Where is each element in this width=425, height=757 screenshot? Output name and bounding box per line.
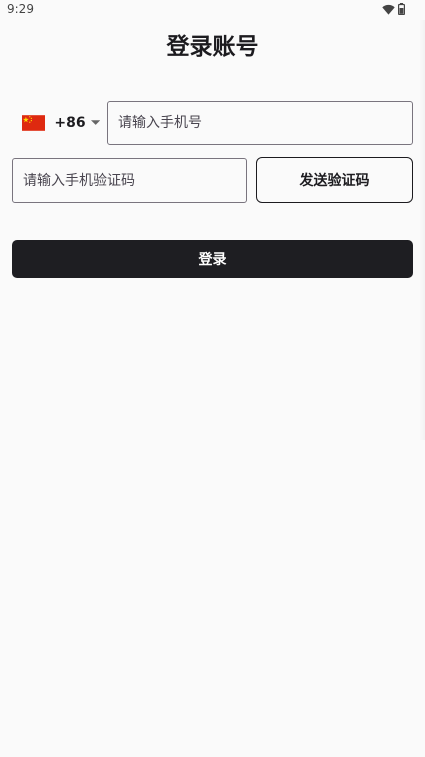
battery-icon (398, 3, 405, 15)
phone-number-input[interactable] (107, 101, 413, 145)
login-button[interactable]: 登录 (12, 240, 413, 278)
page-title: 登录账号 (166, 34, 259, 60)
status-bar: 9:29 (0, 0, 425, 20)
country-code-picker[interactable]: +86 (14, 108, 100, 138)
wifi-icon (382, 4, 395, 15)
verification-code-input[interactable] (12, 158, 247, 203)
send-code-button[interactable]: 发送验证码 (256, 157, 413, 203)
edge-shadow (419, 20, 425, 440)
dial-code: +86 (54, 115, 86, 131)
status-icons (382, 3, 405, 15)
china-flag-icon (22, 115, 46, 131)
status-time: 9:29 (7, 2, 34, 16)
dropdown-arrow-icon (90, 120, 100, 125)
